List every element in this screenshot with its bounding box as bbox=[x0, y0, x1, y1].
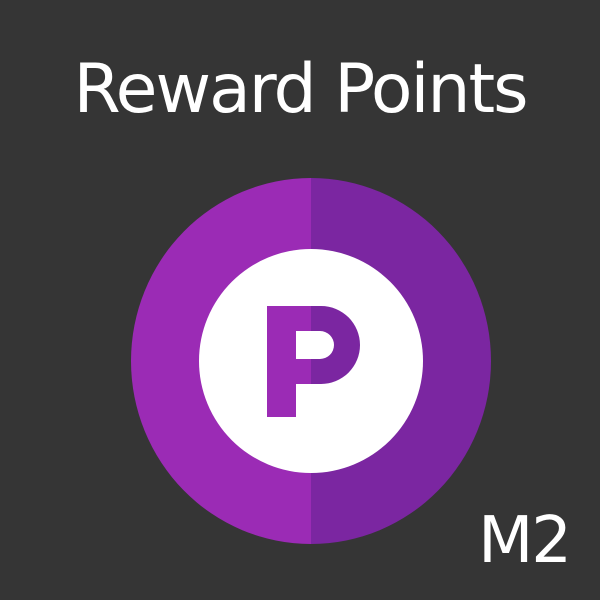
version-badge: M2 bbox=[478, 504, 572, 578]
points-p-icon bbox=[131, 178, 491, 544]
page-title: Reward Points bbox=[73, 50, 528, 129]
product-tile: Reward Points M2 bbox=[0, 0, 600, 600]
